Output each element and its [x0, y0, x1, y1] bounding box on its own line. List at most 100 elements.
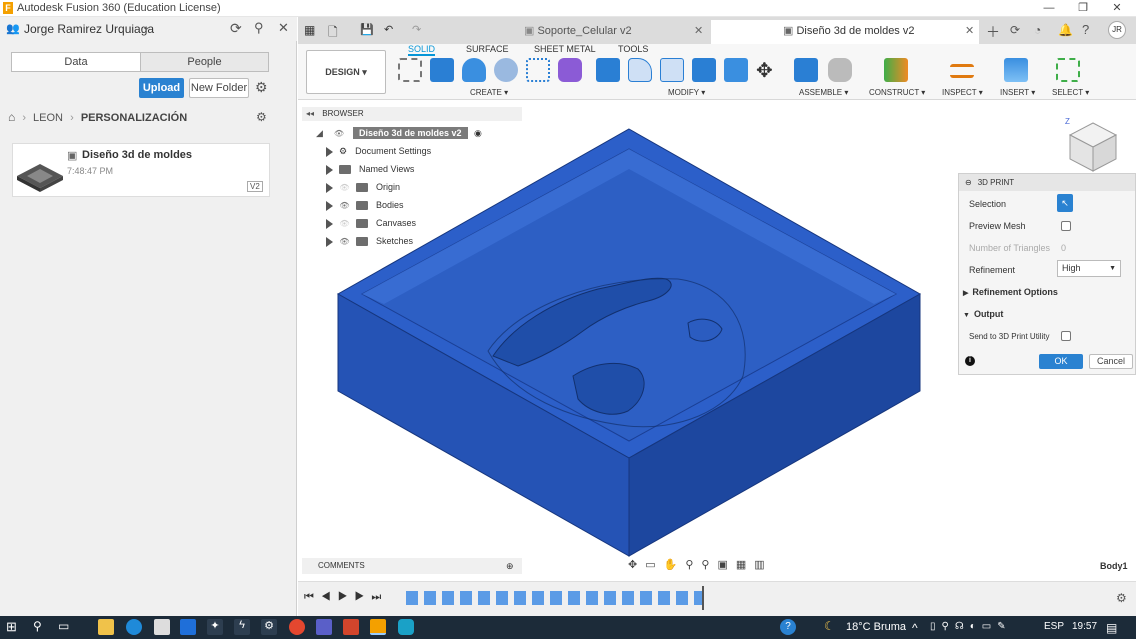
- group-modify[interactable]: MODIFY ▾: [668, 88, 705, 97]
- go-to-end-icon[interactable]: ⏭: [371, 591, 388, 603]
- notifications-icon[interactable]: 🔔: [1058, 23, 1073, 37]
- refinement-options-toggle[interactable]: ▶ Refinement Options: [963, 287, 1058, 297]
- job-status-icon[interactable]: ◔: [1034, 23, 1041, 37]
- browser-root[interactable]: ◢ 👁 Diseño 3d de moldes v2 ◉: [316, 125, 482, 142]
- new-folder-button[interactable]: New Folder: [189, 78, 249, 98]
- shell-icon[interactable]: [660, 58, 684, 82]
- fusion-taskbar-icon[interactable]: [370, 619, 386, 635]
- browser-item-origin[interactable]: 👁 Origin: [326, 179, 400, 196]
- new-project-icon[interactable]: ⚙: [256, 110, 267, 124]
- app-icon[interactable]: ϟ: [234, 619, 250, 635]
- task-view-icon[interactable]: ▭: [58, 619, 69, 633]
- look-at-icon[interactable]: ▭: [645, 559, 663, 571]
- new-tab-icon[interactable]: ＋: [986, 22, 1000, 42]
- redo-icon[interactable]: ↷: [412, 23, 421, 36]
- minimize-button[interactable]: —: [1032, 0, 1066, 17]
- help-icon[interactable]: ?: [1082, 22, 1089, 37]
- workspace-switcher[interactable]: DESIGN ▾: [306, 50, 386, 94]
- group-create[interactable]: CREATE ▾: [470, 88, 508, 97]
- search-icon[interactable]: ⚲: [33, 619, 42, 633]
- grid-menu-icon[interactable]: ▦: [304, 23, 315, 37]
- timeline-marker[interactable]: [702, 586, 704, 610]
- dropbox-icon[interactable]: ✦: [207, 619, 223, 635]
- selection-button[interactable]: ↖: [1057, 194, 1073, 212]
- tab-tools[interactable]: TOOLS: [618, 44, 648, 54]
- send-to-print-checkbox[interactable]: [1061, 331, 1071, 341]
- insert-image-icon[interactable]: [1004, 58, 1028, 82]
- home-icon[interactable]: ⌂: [8, 110, 15, 124]
- chrome-icon[interactable]: [289, 619, 305, 635]
- orbit-icon[interactable]: ✥: [628, 559, 645, 571]
- tray-chevron-icon[interactable]: ^: [912, 621, 918, 635]
- browser-item-canvases[interactable]: 👁 Canvases: [326, 215, 416, 232]
- dialog-header[interactable]: ⊖ 3D PRINT: [959, 174, 1135, 191]
- teams-icon[interactable]: [316, 619, 332, 635]
- group-inspect[interactable]: INSPECT ▾: [942, 88, 983, 97]
- close-tab-icon[interactable]: ✕: [694, 20, 703, 42]
- group-insert[interactable]: INSERT ▾: [1000, 88, 1035, 97]
- fillet-icon[interactable]: [628, 58, 652, 82]
- zoom-icon[interactable]: ⚲: [685, 559, 701, 571]
- tab-solid[interactable]: SOLID: [408, 44, 436, 56]
- play-icon[interactable]: ▶: [338, 591, 355, 603]
- store-icon[interactable]: [154, 619, 170, 635]
- help-tray-icon[interactable]: ?: [780, 619, 796, 635]
- cancel-button[interactable]: Cancel: [1089, 354, 1133, 369]
- info-icon[interactable]: i: [965, 356, 975, 366]
- tab-data[interactable]: Data: [11, 52, 141, 72]
- version-badge[interactable]: V2: [247, 181, 263, 192]
- display-settings-icon[interactable]: ▣: [717, 559, 735, 571]
- tab-soporte-celular[interactable]: ▣ Soporte_Celular v2 ✕: [518, 20, 706, 44]
- file-menu-icon[interactable]: 🗋: [328, 23, 338, 44]
- breadcrumb-personalizacion[interactable]: PERSONALIZACIÓN: [81, 112, 187, 124]
- timeline-settings-icon[interactable]: ⚙: [1116, 591, 1127, 605]
- tray-icons[interactable]: ▯⚲☊◐▭✎: [930, 621, 1012, 632]
- measure-icon[interactable]: [950, 64, 974, 78]
- chevron-down-icon[interactable]: ⌄: [142, 22, 150, 33]
- create-sketch-icon[interactable]: [398, 58, 422, 82]
- grid-icon[interactable]: ▦: [736, 559, 754, 571]
- group-assemble[interactable]: ASSEMBLE ▾: [799, 88, 848, 97]
- pattern-icon[interactable]: [526, 58, 550, 82]
- weather-text[interactable]: 18°C Bruma: [846, 621, 906, 633]
- browser-item-sketches[interactable]: 👁 Sketches: [326, 233, 413, 250]
- active-radio-icon[interactable]: ◉: [474, 128, 482, 138]
- mail-icon[interactable]: [180, 619, 196, 635]
- form-icon[interactable]: [558, 58, 582, 82]
- user-name[interactable]: Jorge Ramirez Urquiaga: [24, 22, 154, 36]
- tab-surface[interactable]: SURFACE: [466, 44, 509, 54]
- refresh-icon[interactable]: ⟳: [230, 20, 242, 37]
- powerpoint-icon[interactable]: [343, 619, 359, 635]
- go-to-start-icon[interactable]: ⏮: [304, 591, 321, 603]
- add-comment-icon[interactable]: ⊕: [506, 558, 514, 574]
- step-forward-icon[interactable]: ▶: [355, 591, 372, 603]
- group-construct[interactable]: CONSTRUCT ▾: [869, 88, 925, 97]
- settings-icon[interactable]: ⚙: [261, 619, 277, 635]
- tab-diseno-3d-moldes[interactable]: ▣ Diseño 3d de moldes v2 ✕: [711, 20, 979, 44]
- save-icon[interactable]: 💾: [360, 23, 374, 36]
- group-select[interactable]: SELECT ▾: [1052, 88, 1089, 97]
- gear-icon[interactable]: ⚙: [255, 79, 268, 96]
- viewcube[interactable]: Z: [1065, 117, 1118, 172]
- browser-item-document-settings[interactable]: ⚙ Document Settings: [326, 143, 431, 160]
- search-icon[interactable]: ⚲: [254, 20, 264, 36]
- tab-sheet-metal[interactable]: SHEET METAL: [534, 44, 596, 54]
- undo-icon[interactable]: ↶: [384, 23, 393, 36]
- language-indicator[interactable]: ESP: [1044, 621, 1064, 632]
- close-tab-icon[interactable]: ✕: [965, 20, 974, 42]
- browser-item-named-views[interactable]: Named Views: [326, 161, 414, 178]
- joint-icon[interactable]: [828, 58, 852, 82]
- notification-center-icon[interactable]: ▤: [1106, 621, 1117, 635]
- select-icon[interactable]: [1056, 58, 1080, 82]
- avatar[interactable]: JR: [1108, 21, 1126, 39]
- browser-header[interactable]: ◂◂ BROWSER: [302, 107, 522, 121]
- upload-button[interactable]: Upload: [139, 78, 184, 98]
- comments-bar[interactable]: COMMENTS ⊕: [302, 558, 522, 574]
- step-back-icon[interactable]: ◀: [321, 591, 338, 603]
- maximize-button[interactable]: ❐: [1066, 0, 1100, 17]
- ok-button[interactable]: OK: [1039, 354, 1083, 369]
- expand-root-icon[interactable]: ◢: [316, 128, 323, 138]
- close-window-button[interactable]: ✕: [1100, 0, 1134, 17]
- clock[interactable]: 19:57: [1072, 621, 1097, 632]
- team-icon[interactable]: 👥: [6, 22, 20, 35]
